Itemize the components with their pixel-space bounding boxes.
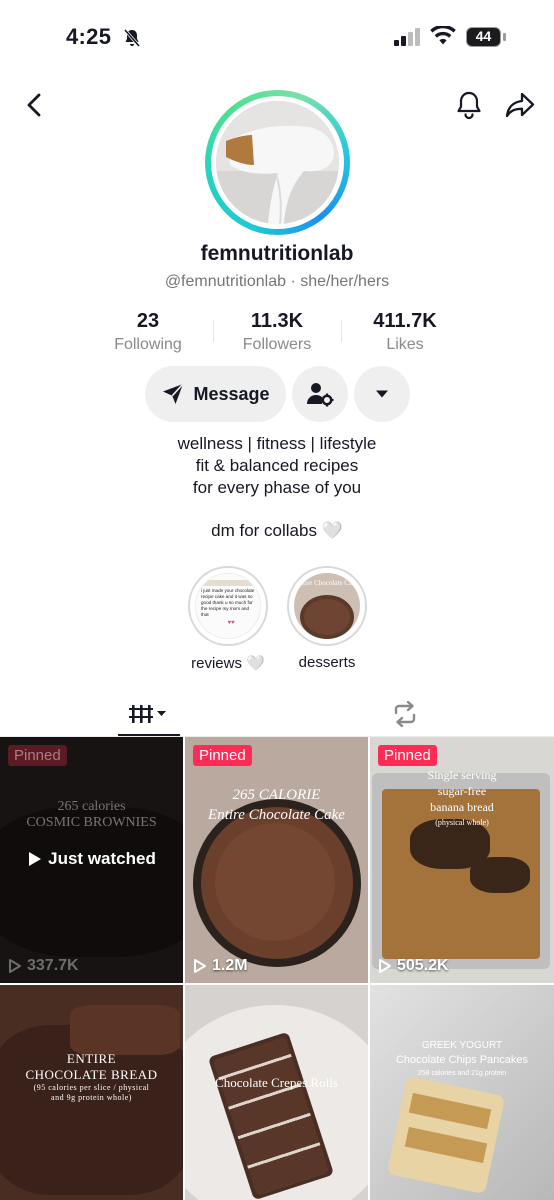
video-tile[interactable]: ENTIRE CHOCOLATE BREAD (95 calories per … bbox=[0, 985, 183, 1200]
video-caption: 265 CALORIE Entire Chocolate Cake bbox=[185, 785, 368, 825]
status-bar: 4:25 44 bbox=[0, 0, 554, 76]
bio-line: wellness | fitness | lifestyle bbox=[177, 434, 377, 453]
message-button[interactable]: Message bbox=[145, 366, 286, 422]
video-tile[interactable]: Pinned Single serving sugar-free banana … bbox=[370, 737, 554, 983]
video-caption-line: sugar-free bbox=[437, 784, 487, 798]
avatar-photo bbox=[216, 101, 339, 224]
battery-level: 44 bbox=[475, 28, 492, 44]
video-views: 1.2M bbox=[193, 957, 248, 975]
pinned-badge: Pinned bbox=[8, 745, 67, 766]
user-gear-icon bbox=[307, 383, 334, 407]
chevron-left-icon bbox=[27, 93, 41, 117]
highlight-reviews[interactable]: i just made your chocolate recipe cake a… bbox=[188, 566, 268, 672]
handle-separator: · bbox=[290, 273, 296, 290]
profile-handle-row: @femnutritionlab · she/her/hers bbox=[0, 273, 554, 291]
video-views-count: 337.7K bbox=[27, 957, 79, 974]
videos-grid-icon bbox=[129, 705, 166, 723]
video-caption-line: and 9g protein whole) bbox=[51, 1093, 132, 1102]
video-caption: Chocolate Crepes Rolls bbox=[185, 1075, 368, 1091]
status-time: 4:25 bbox=[66, 24, 112, 49]
video-tile[interactable]: Chocolate Crepes Rolls bbox=[185, 985, 368, 1200]
video-caption-line: Single serving bbox=[427, 768, 497, 782]
tab-reposts[interactable] bbox=[380, 694, 430, 734]
tab-videos[interactable] bbox=[118, 694, 180, 734]
repost-icon bbox=[394, 701, 416, 727]
video-caption-line: (physical whole) bbox=[435, 818, 489, 827]
video-caption-line: 265 calories bbox=[57, 799, 126, 814]
profile-username: femnutritionlab bbox=[200, 242, 354, 265]
bio-line: fit & balanced recipes bbox=[195, 456, 359, 475]
share-arrow-icon bbox=[505, 92, 535, 118]
play-outline-icon bbox=[194, 959, 206, 973]
video-views-count: 505.2K bbox=[397, 957, 449, 974]
video-caption-line: COSMIC BROWNIES bbox=[26, 815, 157, 830]
send-icon bbox=[163, 383, 185, 404]
play-icon bbox=[29, 852, 42, 866]
stat-likes-label: Likes bbox=[386, 336, 424, 353]
video-views-count: 1.2M bbox=[212, 957, 248, 974]
avatar[interactable] bbox=[205, 90, 350, 235]
just-watched-text: Just watched bbox=[48, 849, 156, 868]
stat-following-label: Following bbox=[114, 336, 182, 353]
notifications-button[interactable] bbox=[452, 88, 486, 122]
video-caption: GREEK YOGURT Chocolate Chips Pancakes 25… bbox=[370, 1039, 554, 1081]
highlight-desserts-thumb: Entire Chocolate Cake bbox=[294, 573, 360, 639]
play-outline-icon bbox=[9, 959, 21, 973]
video-views: 337.7K bbox=[8, 957, 79, 975]
stat-followers-label: Followers bbox=[242, 336, 312, 353]
video-caption-line: Chocolate Crepes Rolls bbox=[215, 1075, 338, 1090]
stat-followers-value: 11.3K bbox=[250, 310, 304, 332]
wifi-icon bbox=[430, 24, 456, 51]
bio-line: for every phase of you bbox=[192, 478, 362, 497]
video-caption-line: 265 CALORIE bbox=[232, 787, 321, 803]
stat-following-value: 23 bbox=[136, 310, 160, 332]
pinned-badge: Pinned bbox=[193, 745, 252, 766]
highlight-desserts[interactable]: Entire Chocolate Cake desserts bbox=[287, 566, 367, 671]
stat-followers[interactable]: 11.3K Followers bbox=[212, 310, 342, 354]
highlight-desserts-label: desserts bbox=[298, 654, 356, 671]
bell-off-icon bbox=[122, 28, 142, 53]
video-caption-line: CHOCOLATE BREAD bbox=[25, 1067, 158, 1082]
video-caption-line: Chocolate Chips Pancakes bbox=[395, 1054, 529, 1066]
video-caption-line: Entire Chocolate Cake bbox=[208, 807, 345, 823]
video-tile[interactable]: GREEK YOGURT Chocolate Chips Pancakes 25… bbox=[370, 985, 554, 1200]
cellular-signal-icon bbox=[394, 28, 422, 51]
highlight-reviews-thumb-text: i just made your chocolate recipe cake a… bbox=[201, 588, 255, 617]
more-options-button[interactable] bbox=[354, 366, 410, 422]
highlight-desserts-thumb-text: Entire Chocolate Cake bbox=[295, 579, 359, 587]
battery-indicator: 44 bbox=[466, 27, 506, 47]
message-button-label: Message bbox=[193, 383, 270, 404]
bio-dm-line: dm for collabs 🤍 bbox=[211, 521, 343, 540]
video-caption-line: ENTIRE bbox=[66, 1051, 117, 1066]
video-caption: ENTIRE CHOCOLATE BREAD (95 calories per … bbox=[0, 1051, 183, 1103]
pinned-badge: Pinned bbox=[378, 745, 437, 766]
stat-likes-value: 411.7K bbox=[373, 310, 437, 332]
just-watched-label: Just watched bbox=[0, 849, 183, 869]
video-caption-line: GREEK YOGURT bbox=[421, 1040, 503, 1051]
back-button[interactable] bbox=[18, 88, 52, 122]
caret-down-icon bbox=[376, 390, 388, 398]
profile-bio: wellness | fitness | lifestyle fit & bal… bbox=[0, 433, 554, 499]
highlight-reviews-thumb: i just made your chocolate recipe cake a… bbox=[195, 573, 261, 639]
video-views: 505.2K bbox=[378, 957, 449, 975]
video-tile[interactable]: Pinned 265 calories COSMIC BROWNIES Just… bbox=[0, 737, 183, 983]
video-caption: 265 calories COSMIC BROWNIES bbox=[0, 799, 183, 831]
stat-following[interactable]: 23 Following bbox=[83, 310, 213, 354]
video-caption-line: (95 calories per slice / physical bbox=[33, 1083, 150, 1092]
share-button[interactable] bbox=[502, 88, 538, 122]
video-tile[interactable]: Pinned 265 CALORIE Entire Chocolate Cake… bbox=[185, 737, 368, 983]
video-caption-line: 258 calories and 21g protein bbox=[417, 1070, 507, 1077]
profile-handle: @femnutritionlab bbox=[164, 273, 286, 290]
profile-pronouns: she/her/hers bbox=[300, 273, 390, 290]
play-outline-icon bbox=[379, 959, 391, 973]
video-caption: Single serving sugar-free banana bread (… bbox=[370, 767, 554, 831]
user-settings-button[interactable] bbox=[292, 366, 348, 422]
video-caption-line: banana bread bbox=[430, 800, 494, 814]
bell-icon bbox=[457, 91, 481, 120]
stat-likes[interactable]: 411.7K Likes bbox=[340, 310, 470, 354]
